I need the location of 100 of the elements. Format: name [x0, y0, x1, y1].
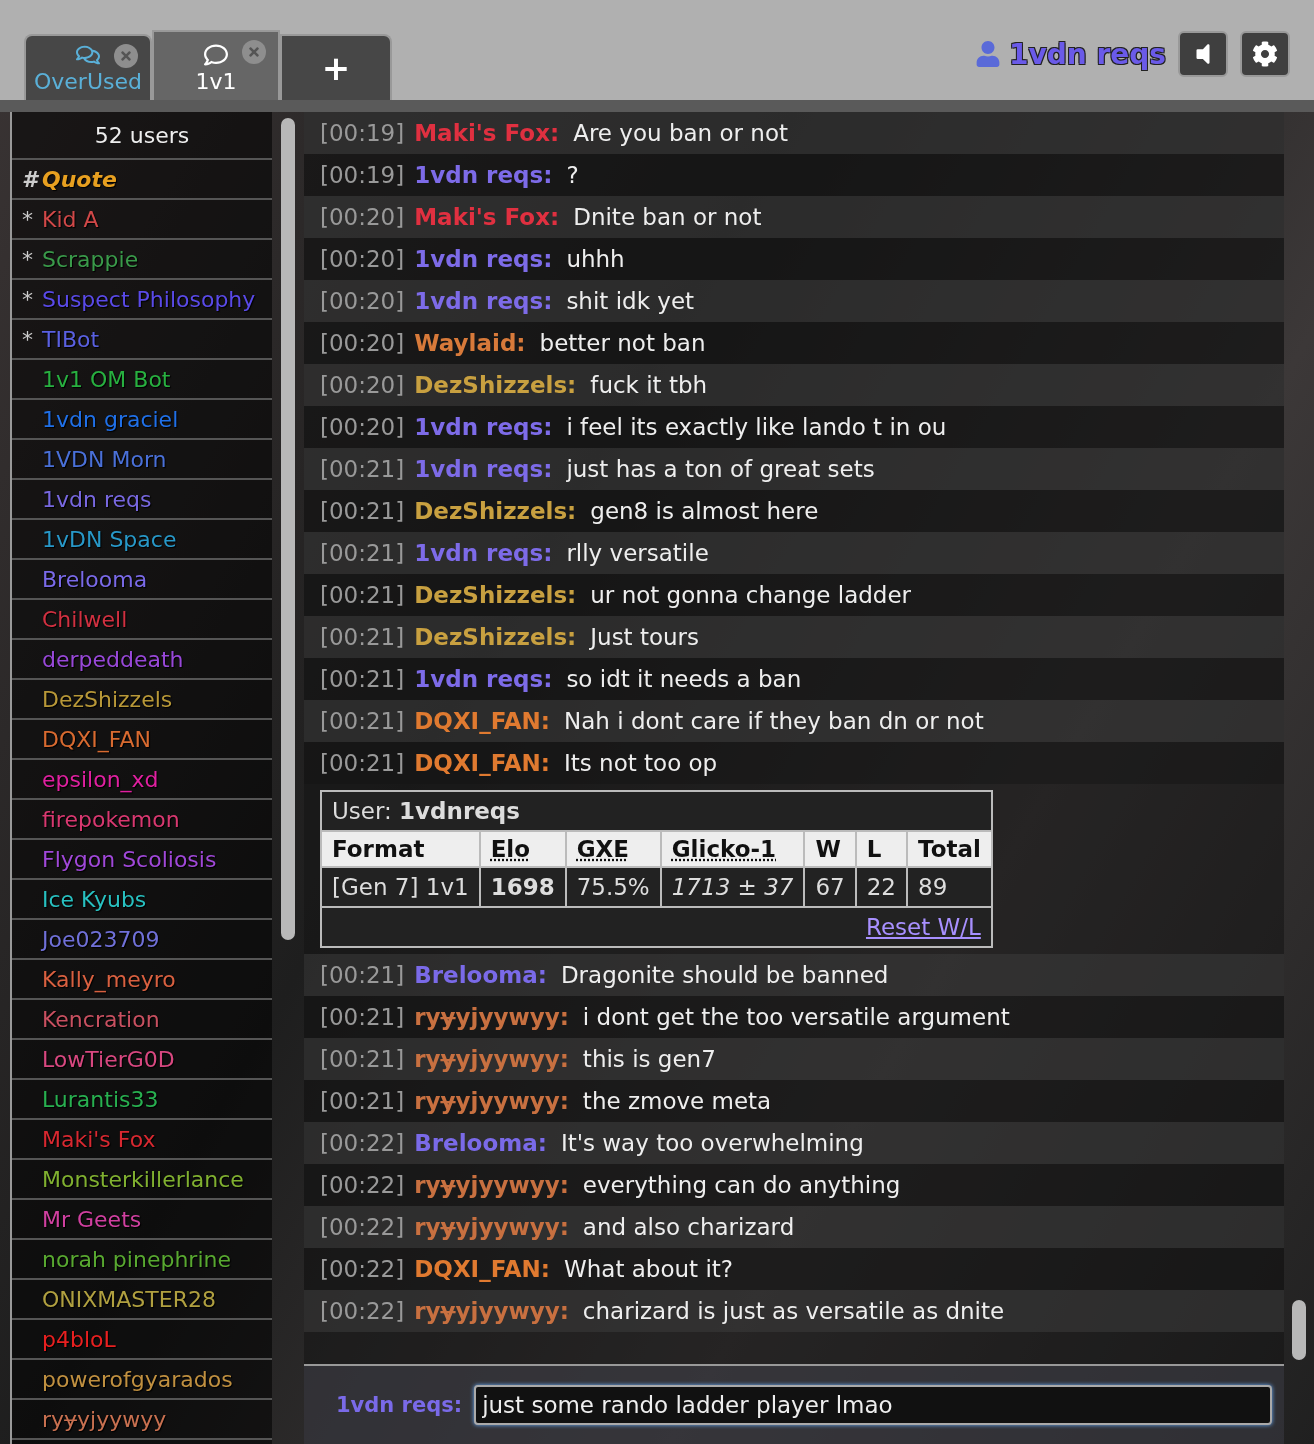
room-tab[interactable]: 1v1: [152, 30, 280, 100]
sender-name[interactable]: DQXI_FAN:: [414, 1256, 550, 1282]
message-text: Its not too op: [564, 750, 718, 776]
sender-name[interactable]: 1vdn reqs:: [414, 540, 553, 566]
scrollbar-thumb[interactable]: [281, 118, 295, 940]
user-list-item[interactable]: Chilwell: [12, 600, 272, 640]
sender-name[interactable]: ryɏyjyywyy:: [414, 1214, 569, 1240]
message-text: Nah i dont care if they ban dn or not: [564, 708, 984, 734]
sender-name[interactable]: DezShizzels:: [414, 498, 577, 524]
user-list-item[interactable]: Kencration: [12, 1000, 272, 1040]
new-tab-button[interactable]: +: [280, 34, 392, 100]
user-list-item[interactable]: ONIXMASTER28: [12, 1280, 272, 1320]
sender-name[interactable]: ryɏyjyywyy:: [414, 1046, 569, 1072]
timestamp: [00:22]: [320, 1298, 405, 1324]
timestamp: [00:22]: [320, 1172, 405, 1198]
message-text: charizard is just as versatile as dnite: [582, 1298, 1005, 1324]
user-list-item[interactable]: LowTierG0D: [12, 1040, 272, 1080]
user-list-item[interactable]: epsilon_xd: [12, 760, 272, 800]
close-icon[interactable]: [114, 44, 138, 68]
sender-name[interactable]: 1vdn reqs:: [414, 666, 553, 692]
user-list-item[interactable]: 1vdn graciel: [12, 400, 272, 440]
user-list-item[interactable]: Joe023709: [12, 920, 272, 960]
reset-link[interactable]: Reset W/L: [865, 914, 981, 940]
message-text: It's way too overwhelming: [560, 1130, 864, 1156]
sender-name[interactable]: DezShizzels:: [414, 582, 577, 608]
user-list-item[interactable]: Monsterkillerlance: [12, 1160, 272, 1200]
timestamp: [00:22]: [320, 1130, 405, 1156]
sender-name[interactable]: 1vdn reqs:: [414, 288, 553, 314]
table-cell: [Gen 7] 1v1: [321, 867, 480, 907]
message-text: Dragonite should be banned: [560, 962, 889, 988]
timestamp: [00:21]: [320, 962, 405, 988]
message-text: Just tours: [590, 624, 700, 650]
column-header: W: [804, 831, 856, 867]
sender-name[interactable]: DQXI_FAN:: [414, 708, 550, 734]
user-name: Mr Geets: [42, 1206, 142, 1232]
user-list-item[interactable]: Lurantis33: [12, 1080, 272, 1120]
table-cell: 22: [855, 867, 907, 907]
sender-name[interactable]: 1vdn reqs:: [414, 456, 553, 482]
message-text: gen8 is almost here: [590, 498, 819, 524]
user-list-item[interactable]: 1vDN Space: [12, 520, 272, 560]
column-header: GXE: [565, 831, 661, 867]
user-list-item[interactable]: * Kid A: [12, 200, 272, 240]
message-text: and also charizard: [582, 1214, 795, 1240]
chat-bubble-icon: [204, 43, 228, 67]
sender-name[interactable]: 1vdn reqs:: [414, 414, 553, 440]
user-list-item[interactable]: * TIBot: [12, 320, 272, 360]
user-list-item[interactable]: 1vdn reqs: [12, 480, 272, 520]
user-name: ryɏyjyywyy: [42, 1406, 167, 1432]
sender-name[interactable]: 1vdn reqs:: [414, 246, 553, 272]
user-list-item[interactable]: Mr Geets: [12, 1200, 272, 1240]
column-header: Glicko-1: [660, 831, 805, 867]
settings-button[interactable]: [1240, 31, 1290, 77]
user-list-item[interactable]: DezShizzels: [12, 680, 272, 720]
message-input[interactable]: just some rando ladder player lmao: [474, 1385, 1272, 1425]
user-list-item[interactable]: 1v1 OM Bot: [12, 360, 272, 400]
sender-name[interactable]: ryɏyjyywyy:: [414, 1298, 569, 1324]
user-list-item[interactable]: Flygon Scoliosis: [12, 840, 272, 880]
sender-name[interactable]: 1vdn reqs:: [414, 162, 553, 188]
user-list-item[interactable]: * Scrappie: [12, 240, 272, 280]
user-list-item[interactable]: 1VDN Morn: [12, 440, 272, 480]
sender-name[interactable]: Brelooma:: [414, 1130, 547, 1156]
sender-name[interactable]: DQXI_FAN:: [414, 750, 550, 776]
sender-name[interactable]: DezShizzels:: [414, 372, 577, 398]
user-name: 1vdn graciel: [42, 406, 179, 432]
user-name: DezShizzels: [42, 686, 173, 712]
user-list-item[interactable]: derpeddeath: [12, 640, 272, 680]
sender-name[interactable]: DezShizzels:: [414, 624, 577, 650]
user-list-item[interactable]: DQXI_FAN: [12, 720, 272, 760]
user-list-item[interactable]: Brelooma: [12, 560, 272, 600]
timestamp: [00:21]: [320, 666, 405, 692]
sender-name[interactable]: Waylaid:: [414, 330, 526, 356]
user-list-item[interactable]: * Suspect Philosophy: [12, 280, 272, 320]
sender-name[interactable]: Maki's Fox:: [414, 204, 560, 230]
user-list-item[interactable]: ryɏyjyywyy: [12, 1400, 272, 1440]
rank-user: User: 1vdnreqs: [332, 798, 521, 824]
timestamp: [00:21]: [320, 540, 405, 566]
user-list-item[interactable]: firepokemon: [12, 800, 272, 840]
user-list-item[interactable]: Ice Kyubs: [12, 880, 272, 920]
sender-name[interactable]: ryɏyjyywyy:: [414, 1172, 569, 1198]
user-list-item[interactable]: norah pinephrine: [12, 1240, 272, 1280]
sender-name[interactable]: Maki's Fox:: [414, 120, 560, 146]
room-tab[interactable]: OverUsed: [24, 34, 152, 100]
message-text: What about it?: [564, 1256, 734, 1282]
user-list-item[interactable]: powerofgyarados: [12, 1360, 272, 1400]
user-name: Monsterkillerlance: [42, 1166, 244, 1192]
user-list-item[interactable]: Maki's Fox: [12, 1120, 272, 1160]
user-name: TIBot: [42, 326, 100, 352]
sender-name[interactable]: ryɏyjyywyy:: [414, 1004, 569, 1030]
user-list-item[interactable]: p4bloL: [12, 1320, 272, 1360]
user-list-item[interactable]: # Quote: [12, 160, 272, 200]
user-name: Kally_meyro: [42, 966, 176, 992]
volume-button[interactable]: [1178, 31, 1228, 77]
table-cell: 89: [907, 867, 992, 907]
sender-name[interactable]: ryɏyjyywyy:: [414, 1088, 569, 1114]
table-cell: 1713 ± 37: [660, 867, 805, 907]
user-name: 1vDN Space: [42, 526, 177, 552]
timestamp: [00:20]: [320, 246, 405, 272]
scrollbar-thumb[interactable]: [1292, 1300, 1306, 1360]
sender-name[interactable]: Brelooma:: [414, 962, 547, 988]
user-list-item[interactable]: Kally_meyro: [12, 960, 272, 1000]
